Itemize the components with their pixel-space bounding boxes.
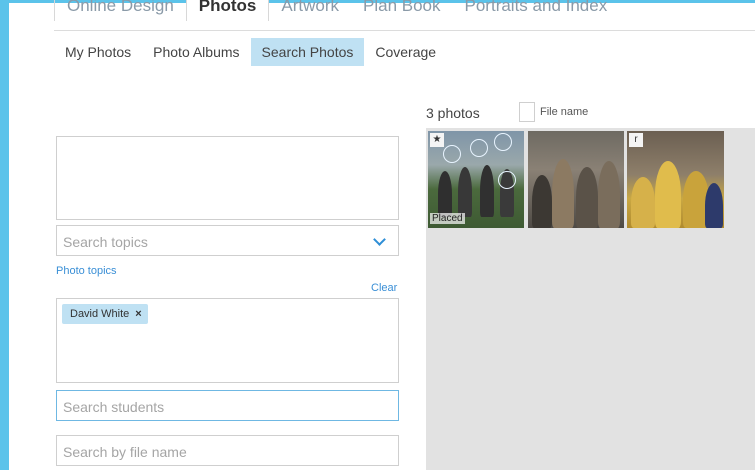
- search-file-name-input[interactable]: Search by file name: [56, 435, 399, 466]
- tab-portraits-and-index[interactable]: Portraits and Index: [453, 0, 620, 21]
- photo-figure: [631, 177, 655, 228]
- search-students-input[interactable]: Search students: [56, 390, 399, 421]
- photo-figure: [438, 171, 452, 217]
- photo-figure: [655, 161, 681, 228]
- subtab-my-photos[interactable]: My Photos: [54, 38, 142, 66]
- search-students-placeholder: Search students: [63, 399, 165, 415]
- file-name-checkbox[interactable]: [519, 102, 535, 122]
- file-name-label: File name: [540, 106, 589, 118]
- photo-figure: [705, 183, 723, 228]
- face-marker: [494, 133, 512, 151]
- selected-students-box[interactable]: David White ×: [56, 298, 399, 383]
- photo-figure: [480, 165, 494, 217]
- photo-count: 3 photos: [426, 105, 480, 121]
- face-marker: [498, 171, 516, 189]
- student-chip: David White ×: [62, 304, 148, 324]
- search-file-name-placeholder: Search by file name: [63, 444, 187, 460]
- main-tabs: Online Design Photos Artwork Plan Book P…: [54, 0, 619, 21]
- sub-tabs: My Photos Photo Albums Search Photos Cov…: [54, 38, 447, 66]
- star-icon: ★: [430, 133, 444, 147]
- photo-figure: [458, 167, 472, 217]
- rotate-icon: r: [629, 133, 643, 147]
- photo-thumbnail[interactable]: r: [627, 131, 724, 228]
- photo-topics-link[interactable]: Photo topics: [56, 265, 117, 277]
- subtab-search-photos[interactable]: Search Photos: [250, 38, 365, 66]
- subtab-coverage[interactable]: Coverage: [364, 38, 447, 66]
- clear-link[interactable]: Clear: [371, 282, 397, 294]
- photo-thumbnail[interactable]: [528, 131, 624, 228]
- placed-label: Placed: [430, 213, 465, 224]
- topics-select-placeholder: Search topics: [63, 234, 148, 250]
- subtab-photo-albums[interactable]: Photo Albums: [142, 38, 250, 66]
- selected-topics-box[interactable]: [56, 136, 399, 220]
- photo-figure: [576, 167, 598, 228]
- tab-photos[interactable]: Photos: [185, 0, 270, 21]
- student-chip-label: David White: [70, 308, 130, 320]
- photo-figure: [552, 159, 574, 228]
- remove-chip-icon[interactable]: ×: [135, 308, 141, 320]
- tabs-divider: [54, 30, 755, 31]
- photo-thumbnail[interactable]: ★ Placed: [428, 131, 524, 228]
- tab-plan-book[interactable]: Plan Book: [351, 0, 453, 21]
- topics-select[interactable]: Search topics: [56, 225, 399, 256]
- chevron-down-icon[interactable]: [373, 233, 386, 246]
- photo-figure: [598, 161, 620, 228]
- face-marker: [443, 145, 461, 163]
- tab-online-design[interactable]: Online Design: [54, 0, 186, 21]
- tab-artwork[interactable]: Artwork: [269, 0, 351, 21]
- photo-figure: [532, 175, 552, 228]
- face-marker: [470, 139, 488, 157]
